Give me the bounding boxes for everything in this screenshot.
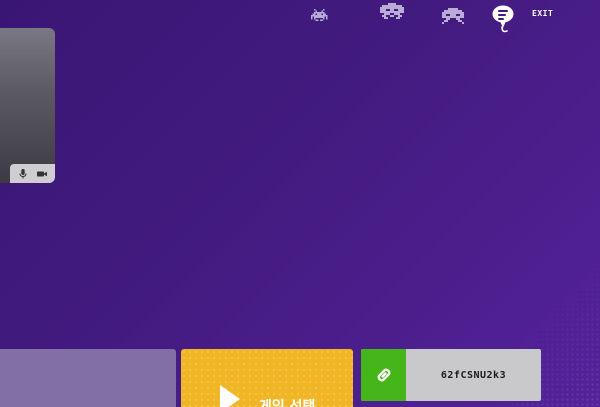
space-invader-icon [442, 8, 464, 24]
room-code-field[interactable]: 62fCSNU2k3 [406, 349, 541, 401]
video-preview [0, 28, 55, 183]
room-link-box: 62fCSNU2k3 [361, 349, 541, 401]
chat-bubble-icon[interactable] [490, 3, 516, 35]
exit-button[interactable]: EXIT [532, 9, 553, 18]
play-icon [220, 385, 240, 407]
copy-link-button[interactable] [361, 349, 406, 401]
microphone-icon[interactable] [17, 168, 29, 180]
space-invader-icon [380, 3, 404, 19]
link-icon [377, 368, 390, 382]
video-camera-icon[interactable] [36, 168, 48, 180]
select-game-button[interactable]: 게임 선택 [181, 349, 353, 407]
video-controls [10, 164, 55, 183]
game-lobby-screen: EXIT 게임 선택 62fCSNU2k3 [0, 0, 600, 407]
space-invader-icon [310, 9, 328, 21]
player-panel [0, 349, 176, 407]
select-game-label: 게임 선택 [259, 399, 316, 407]
